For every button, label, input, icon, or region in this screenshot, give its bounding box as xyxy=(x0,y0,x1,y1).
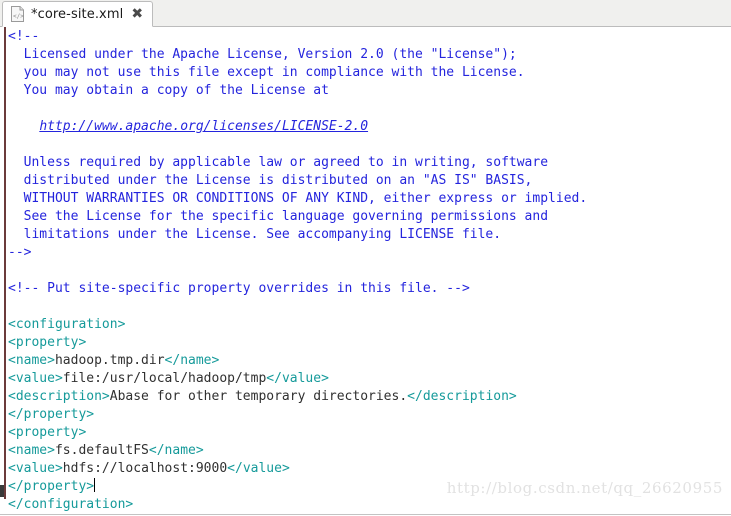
xml-tag: </value> xyxy=(266,371,329,386)
xml-tag: </name> xyxy=(148,443,204,458)
tab-core-site-xml[interactable]: </> *core-site.xml ✖ xyxy=(2,1,154,27)
xml-tag: </description> xyxy=(407,389,517,404)
code-line: <configuration> xyxy=(8,316,587,334)
xml-comment: limitations under the License. See accom… xyxy=(8,227,502,242)
xml-comment: Unless required by applicable law or agr… xyxy=(8,155,549,170)
xml-comment xyxy=(8,119,39,134)
text-caret xyxy=(94,478,96,492)
xml-tag: </name> xyxy=(164,353,220,368)
code-line: <value>hdfs://localhost:9000</value> xyxy=(8,460,587,478)
xml-comment: See the License for the specific languag… xyxy=(8,209,549,224)
code-line: <!-- xyxy=(8,28,587,46)
code-line: Licensed under the Apache License, Versi… xyxy=(8,46,587,64)
xml-text: fs.defaultFS xyxy=(54,443,149,458)
xml-comment: you may not use this file except in comp… xyxy=(8,65,525,80)
xml-text: hadoop.tmp.dir xyxy=(54,353,165,368)
code-content[interactable]: <!-- Licensed under the Apache License, … xyxy=(8,28,587,514)
code-line: <property> xyxy=(8,334,587,352)
xml-tag: <property> xyxy=(8,335,87,350)
tab-close-icon[interactable]: ✖ xyxy=(131,7,144,21)
code-line: <value>file:/usr/local/hadoop/tmp</value… xyxy=(8,370,587,388)
code-line: distributed under the License is distrib… xyxy=(8,172,587,190)
xml-file-icon: </> xyxy=(11,6,24,22)
xml-tag: </property> xyxy=(8,479,95,494)
watermark-text: http://blog.csdn.net/qq_26620955 xyxy=(446,479,723,497)
code-line: </property> xyxy=(8,406,587,424)
xml-tag: <configuration> xyxy=(8,317,126,332)
xml-comment: <!-- xyxy=(8,29,40,44)
code-line: See the License for the specific languag… xyxy=(8,208,587,226)
code-line: --> xyxy=(8,244,587,262)
code-line: <!-- Put site-specific property override… xyxy=(8,280,587,298)
code-line: limitations under the License. See accom… xyxy=(8,226,587,244)
xml-tag: <value> xyxy=(8,371,63,386)
current-line-marker xyxy=(0,485,4,497)
tab-bar: </> *core-site.xml ✖ xyxy=(0,0,731,27)
xml-tag: <name> xyxy=(8,353,55,368)
code-line: you may not use this file except in comp… xyxy=(8,64,587,82)
code-line: <name>hadoop.tmp.dir</name> xyxy=(8,352,587,370)
code-line: <property> xyxy=(8,424,587,442)
xml-tag: </configuration> xyxy=(8,497,134,512)
license-url-link[interactable]: http://www.apache.org/licenses/LICENSE-2… xyxy=(39,119,368,134)
code-editor[interactable]: <!-- Licensed under the Apache License, … xyxy=(0,27,731,515)
code-line: <name>fs.defaultFS</name> xyxy=(8,442,587,460)
xml-comment: Licensed under the Apache License, Versi… xyxy=(8,47,517,62)
xml-comment: You may obtain a copy of the License at xyxy=(8,83,329,98)
xml-tag: </property> xyxy=(8,407,95,422)
xml-comment: <!-- Put site-specific property override… xyxy=(8,281,470,296)
xml-comment: distributed under the License is distrib… xyxy=(8,173,533,188)
code-line: You may obtain a copy of the License at xyxy=(8,82,587,100)
xml-tag: </value> xyxy=(227,461,290,476)
code-line: Unless required by applicable law or agr… xyxy=(8,154,587,172)
code-line: </configuration> xyxy=(8,496,587,514)
xml-tag: <property> xyxy=(8,425,87,440)
svg-text:</>: </> xyxy=(13,13,24,20)
code-line: WITHOUT WARRANTIES OR CONDITIONS OF ANY … xyxy=(8,190,588,208)
xml-text: file:/usr/local/hadoop/tmp xyxy=(62,371,267,386)
editor-bottom-border xyxy=(0,514,731,515)
xml-text: hdfs://localhost:9000 xyxy=(62,461,228,476)
code-line: http://www.apache.org/licenses/LICENSE-2… xyxy=(8,118,587,136)
xml-text: Abase for other temporary directories. xyxy=(109,389,408,404)
xml-tag: <value> xyxy=(8,461,63,476)
code-line: <description>Abase for other temporary d… xyxy=(8,388,587,406)
xml-comment: --> xyxy=(8,245,32,260)
xml-tag: <description> xyxy=(8,389,110,404)
editor-left-rule xyxy=(4,27,6,499)
tab-label: *core-site.xml xyxy=(31,6,124,22)
xml-comment: WITHOUT WARRANTIES OR CONDITIONS OF ANY … xyxy=(8,191,588,206)
xml-tag: <name> xyxy=(8,443,55,458)
